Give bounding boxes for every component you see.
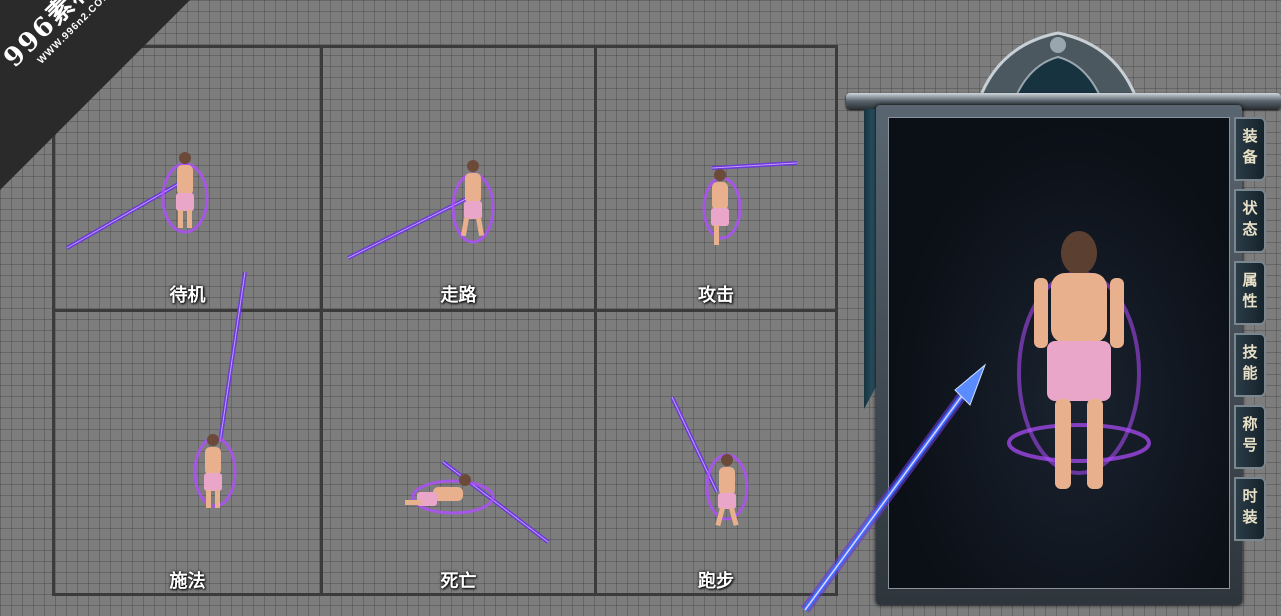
action-cell-death[interactable]: 死亡 bbox=[323, 312, 594, 593]
death-sprite bbox=[405, 460, 550, 544]
tab-status[interactable]: 状态 bbox=[1234, 189, 1266, 253]
walk-sprite bbox=[347, 160, 495, 260]
attack-sprite bbox=[702, 161, 798, 245]
action-label: 攻击 bbox=[698, 285, 734, 306]
tab-attributes[interactable]: 属性 bbox=[1234, 261, 1266, 325]
tab-equipment[interactable]: 装备 bbox=[1234, 117, 1266, 181]
action-label: 死亡 bbox=[440, 571, 477, 592]
tab-titles[interactable]: 称号 bbox=[1234, 405, 1266, 469]
character-model bbox=[1007, 231, 1151, 489]
action-label: 施法 bbox=[169, 571, 206, 592]
action-label: 走路 bbox=[440, 285, 477, 306]
tab-fashion[interactable]: 时装 bbox=[1234, 477, 1266, 541]
tab-skills[interactable]: 技能 bbox=[1234, 333, 1266, 397]
run-sprite bbox=[670, 396, 749, 527]
weapon-spear-icon bbox=[800, 363, 987, 613]
action-cell-attack[interactable]: 攻击 bbox=[597, 48, 835, 309]
action-cell-cast[interactable]: 施法 bbox=[55, 272, 320, 593]
cast-sprite bbox=[193, 272, 247, 508]
panel-tabs: 装备 状态 属性 技能 称号 时装 bbox=[1234, 117, 1270, 549]
action-cell-walk[interactable]: 走路 bbox=[323, 48, 594, 309]
